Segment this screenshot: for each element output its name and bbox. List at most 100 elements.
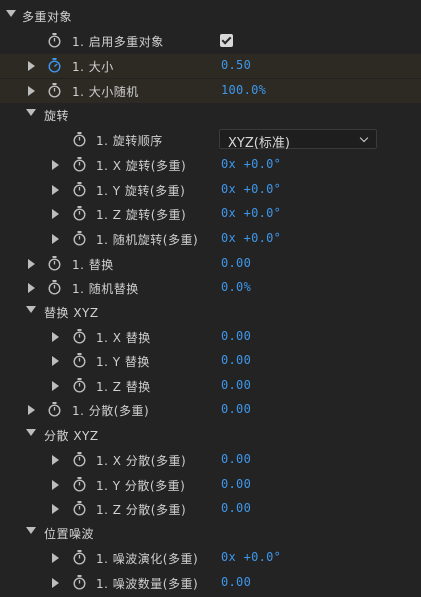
expand-triangle-icon[interactable] xyxy=(52,209,59,219)
prop-size: 1. 大小 0.50 xyxy=(0,54,421,78)
prop-label: 1. 大小 xyxy=(72,60,114,74)
enable-checkbox[interactable] xyxy=(220,34,233,47)
prop-label: 1. 噪波演化(多重) xyxy=(96,552,199,566)
prop-enable-multi-object: 1. 启用多重对象 xyxy=(0,29,421,53)
stopwatch-icon[interactable] xyxy=(48,280,61,295)
group-rotation[interactable]: 旋转 xyxy=(0,103,421,127)
prop-noise-evolution: 1. 噪波演化(多重) 0x +0.0° xyxy=(0,546,421,570)
y-rotation-value[interactable]: 0x +0.0° xyxy=(221,182,281,196)
stopwatch-icon[interactable] xyxy=(73,575,86,590)
collapse-triangle-icon[interactable] xyxy=(26,109,36,116)
prop-label: 1. Y 分散(多重) xyxy=(96,479,186,493)
prop-displace: 1. 替换 0.00 xyxy=(0,252,421,276)
stopwatch-icon[interactable] xyxy=(73,329,86,344)
prop-x-rotation: 1. X 旋转(多重) 0x +0.0° xyxy=(0,153,421,177)
expand-triangle-icon[interactable] xyxy=(52,160,59,170)
expand-triangle-icon[interactable] xyxy=(28,61,35,71)
stopwatch-icon[interactable] xyxy=(73,452,86,467)
stopwatch-icon[interactable] xyxy=(73,501,86,516)
expand-triangle-icon[interactable] xyxy=(28,405,35,415)
expand-triangle-icon[interactable] xyxy=(52,381,59,391)
stopwatch-icon[interactable] xyxy=(73,353,86,368)
random-displace-value[interactable]: 0.0% xyxy=(221,280,251,294)
expand-triangle-icon[interactable] xyxy=(28,86,35,96)
size-value[interactable]: 0.50 xyxy=(221,58,251,72)
size-random-value[interactable]: 100.0% xyxy=(221,83,266,97)
stopwatch-icon[interactable] xyxy=(73,477,86,492)
prop-label: 1. Z 旋转(多重) xyxy=(96,208,187,222)
expand-triangle-icon[interactable] xyxy=(52,504,59,514)
stopwatch-icon[interactable] xyxy=(73,378,86,393)
y-displace-value[interactable]: 0.00 xyxy=(221,353,251,367)
expand-triangle-icon[interactable] xyxy=(52,234,59,244)
stopwatch-icon[interactable] xyxy=(73,157,86,172)
noise-evolution-value[interactable]: 0x +0.0° xyxy=(221,550,281,564)
prop-spread: 1. 分散(多重) 0.00 xyxy=(0,398,421,422)
collapse-triangle-icon[interactable] xyxy=(26,429,36,436)
prop-z-displace: 1. Z 替换 0.00 xyxy=(0,374,421,398)
group-label: 多重对象 xyxy=(22,10,73,24)
prop-label: 1. Z 分散(多重) xyxy=(96,503,187,517)
prop-noise-amount: 1. 噪波数量(多重) 0.00 xyxy=(0,571,421,595)
prop-label: 1. Z 替换 xyxy=(96,380,151,394)
prop-label: 1. 启用多重对象 xyxy=(72,35,164,49)
prop-label: 1. 随机替换 xyxy=(72,282,139,296)
prop-label: 1. X 分散(多重) xyxy=(96,454,187,468)
group-displace-xyz[interactable]: 替换 XYZ xyxy=(0,300,421,324)
prop-label: 1. 随机旋转(多重) xyxy=(96,233,199,247)
z-displace-value[interactable]: 0.00 xyxy=(221,378,251,392)
prop-label: 1. 替换 xyxy=(72,258,114,272)
prop-random-displace: 1. 随机替换 0.0% xyxy=(0,276,421,300)
prop-rotation-order: 1. 旋转顺序 XYZ(标准) xyxy=(0,128,421,152)
effect-controls-panel: 多重对象 1. 启用多重对象 1. 大小 0.50 1. 大小随机 100.0%… xyxy=(0,0,421,597)
expand-triangle-icon[interactable] xyxy=(28,259,35,269)
expand-triangle-icon[interactable] xyxy=(52,185,59,195)
collapse-triangle-icon[interactable] xyxy=(6,10,16,17)
prop-label: 1. 旋转顺序 xyxy=(96,134,163,148)
noise-amount-value[interactable]: 0.00 xyxy=(221,575,251,589)
stopwatch-icon[interactable] xyxy=(73,550,86,565)
expand-triangle-icon[interactable] xyxy=(52,553,59,563)
group-label: 替换 XYZ xyxy=(44,306,99,320)
prop-x-displace: 1. X 替换 0.00 xyxy=(0,325,421,349)
group-position-noise[interactable]: 位置噪波 xyxy=(0,521,421,545)
prop-label: 1. X 旋转(多重) xyxy=(96,159,187,173)
expand-triangle-icon[interactable] xyxy=(52,455,59,465)
x-rotation-value[interactable]: 0x +0.0° xyxy=(221,157,281,171)
y-spread-value[interactable]: 0.00 xyxy=(221,477,251,491)
rotation-order-dropdown[interactable]: XYZ(标准) xyxy=(219,129,377,151)
stopwatch-active-icon[interactable] xyxy=(48,58,61,73)
stopwatch-icon[interactable] xyxy=(48,402,61,417)
group-multi-object[interactable]: 多重对象 xyxy=(0,4,421,28)
stopwatch-icon[interactable] xyxy=(48,83,61,98)
collapse-triangle-icon[interactable] xyxy=(26,306,36,313)
x-spread-value[interactable]: 0.00 xyxy=(221,452,251,466)
displace-value[interactable]: 0.00 xyxy=(221,256,251,270)
prop-y-displace: 1. Y 替换 0.00 xyxy=(0,349,421,373)
group-spread-xyz[interactable]: 分散 XYZ xyxy=(0,423,421,447)
expand-triangle-icon[interactable] xyxy=(52,356,59,366)
stopwatch-icon[interactable] xyxy=(73,206,86,221)
dropdown-value: XYZ(标准) xyxy=(228,136,290,151)
x-displace-value[interactable]: 0.00 xyxy=(221,329,251,343)
random-rotation-value[interactable]: 0x +0.0° xyxy=(221,231,281,245)
stopwatch-icon[interactable] xyxy=(73,231,86,246)
z-rotation-value[interactable]: 0x +0.0° xyxy=(221,206,281,220)
expand-triangle-icon[interactable] xyxy=(52,332,59,342)
prop-label: 1. Y 旋转(多重) xyxy=(96,184,186,198)
group-label: 旋转 xyxy=(44,109,70,123)
prop-label: 1. 噪波数量(多重) xyxy=(96,577,199,591)
z-spread-value[interactable]: 0.00 xyxy=(221,501,251,515)
stopwatch-icon[interactable] xyxy=(48,256,61,271)
chevron-down-icon xyxy=(359,133,369,143)
prop-x-spread: 1. X 分散(多重) 0.00 xyxy=(0,448,421,472)
prop-random-rotation: 1. 随机旋转(多重) 0x +0.0° xyxy=(0,227,421,251)
stopwatch-icon[interactable] xyxy=(48,33,61,48)
stopwatch-icon[interactable] xyxy=(73,132,86,147)
expand-triangle-icon[interactable] xyxy=(52,578,59,588)
expand-triangle-icon[interactable] xyxy=(28,283,35,293)
stopwatch-icon[interactable] xyxy=(73,182,86,197)
collapse-triangle-icon[interactable] xyxy=(26,527,36,534)
spread-value[interactable]: 0.00 xyxy=(221,402,251,416)
expand-triangle-icon[interactable] xyxy=(52,480,59,490)
